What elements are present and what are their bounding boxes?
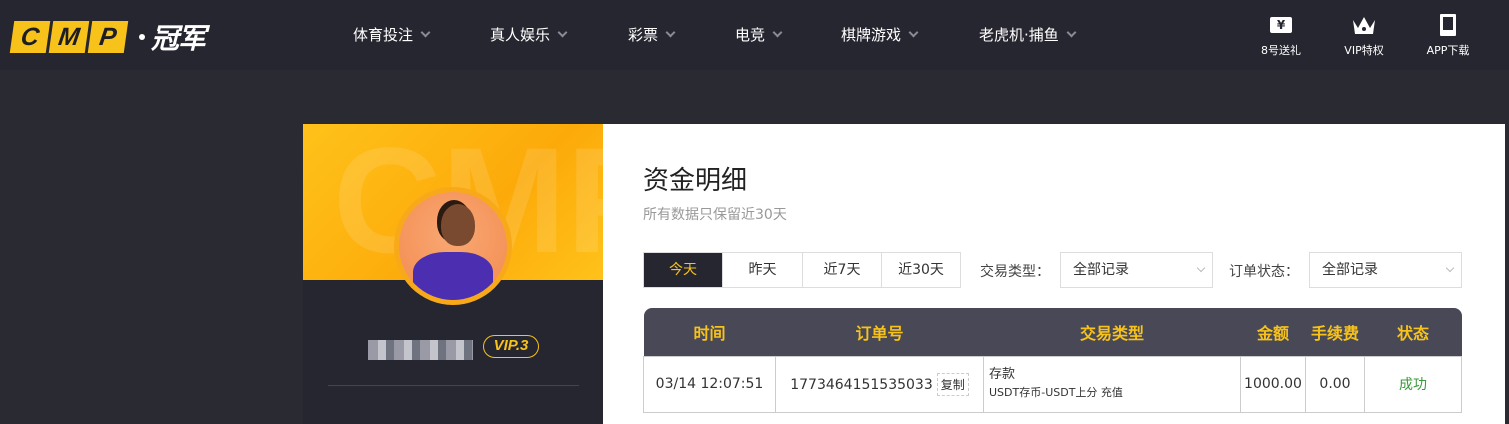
tablet-icon	[1403, 14, 1493, 36]
column-header: 手续费	[1305, 308, 1365, 356]
column-header: 订单号	[775, 308, 984, 356]
tab-yesterday[interactable]: 昨天	[722, 253, 802, 287]
app-download-link[interactable]: APP下载	[1403, 14, 1493, 58]
nav-lottery[interactable]: 彩票	[628, 24, 676, 45]
tab-30-days[interactable]: 近30天	[881, 253, 960, 287]
type-detail: USDT存币-USDT上分 充值	[989, 386, 1123, 399]
vip-badge[interactable]: VIP.3	[483, 335, 539, 358]
nav-label: 体育投注	[353, 26, 414, 44]
nav-label: 真人娱乐	[490, 26, 551, 44]
column-header: 状态	[1364, 308, 1462, 356]
logo-letter: P	[87, 21, 129, 53]
date-tabs: 今天 昨天 近7天 近30天	[643, 252, 961, 288]
avatar[interactable]	[394, 187, 512, 305]
page-title: 资金明细	[643, 166, 748, 196]
transaction-type-select[interactable]: 全部记录	[1060, 252, 1213, 288]
type-main: 存款	[989, 367, 1016, 382]
nav-label: 电竞	[735, 26, 766, 44]
logo-dot	[139, 34, 145, 40]
cmp-logo[interactable]: C M P 冠军	[9, 17, 206, 57]
select-value: 全部记录	[1322, 262, 1378, 278]
tab-7-days[interactable]: 近7天	[802, 253, 881, 287]
nav-label: 老虎机·捕鱼	[979, 26, 1059, 44]
quick-label: 8号送礼	[1261, 44, 1301, 57]
ticket-yen-icon: ¥	[1236, 14, 1326, 36]
nav-slots-fishing[interactable]: 老虎机·捕鱼	[979, 24, 1077, 45]
top-header: C M P 冠军 体育投注 真人娱乐 彩票 电竞 棋牌游戏 老虎机·捕鱼 ¥ 8…	[0, 0, 1509, 70]
nav-label: 棋牌游戏	[841, 26, 902, 44]
quick-label: APP下载	[1426, 44, 1470, 57]
nav-esports[interactable]: 电竞	[735, 24, 783, 45]
nav-live-casino[interactable]: 真人娱乐	[490, 24, 568, 45]
chevron-down-icon	[772, 27, 783, 38]
column-header: 金额	[1240, 308, 1306, 356]
nav-label: 彩票	[628, 26, 659, 44]
profile-panel: CMP VIP.3	[303, 124, 603, 424]
order-number: 1773464151535033	[790, 376, 933, 393]
status-badge: 成功	[1364, 355, 1462, 413]
tab-today[interactable]: 今天	[644, 253, 722, 287]
logo-letter: C	[9, 21, 51, 53]
chevron-down-icon	[665, 27, 676, 38]
cell-amount: 1000.00	[1240, 355, 1306, 413]
cell-type: 存款 USDT存币-USDT上分 充值	[983, 355, 1241, 413]
username-blurred	[368, 340, 473, 360]
transactions-table: 时间 订单号 交易类型 金额 手续费 状态 03/14 12:07:51 177…	[643, 308, 1462, 413]
copy-button[interactable]: 复制	[936, 372, 969, 396]
divider	[328, 385, 579, 386]
column-header: 时间	[643, 308, 776, 356]
nav-card-games[interactable]: 棋牌游戏	[841, 24, 919, 45]
chevron-down-icon	[557, 27, 568, 38]
page-subtitle: 所有数据只保留近30天	[643, 207, 787, 223]
chevron-down-icon	[1066, 27, 1077, 38]
order-status-select[interactable]: 全部记录	[1309, 252, 1462, 288]
chevron-down-icon	[908, 27, 919, 38]
select-value: 全部记录	[1073, 262, 1129, 278]
account-card: CMP VIP.3 资金明细 所有数据只保留近30天 今天 昨天 近7天 近30…	[303, 124, 1505, 424]
cell-fee: 0.00	[1305, 355, 1365, 413]
chevron-down-icon	[1196, 263, 1206, 273]
nav-sports[interactable]: 体育投注	[353, 24, 431, 45]
logo-text: 冠军	[151, 22, 206, 55]
order-status-label: 订单状态：	[1229, 264, 1299, 280]
transaction-type-label: 交易类型：	[980, 264, 1050, 280]
column-header: 交易类型	[983, 308, 1241, 356]
chevron-down-icon	[1445, 263, 1455, 273]
logo-letter: M	[48, 21, 90, 53]
cell-order: 1773464151535033 复制	[775, 355, 984, 413]
cell-time: 03/14 12:07:51	[643, 355, 776, 413]
crown-icon	[1319, 14, 1409, 36]
chevron-down-icon	[420, 27, 431, 38]
gift-link[interactable]: ¥ 8号送礼	[1236, 14, 1326, 58]
table-row: 03/14 12:07:51 1773464151535033 复制 存款 USDT…	[643, 355, 1462, 413]
quick-label: VIP特权	[1344, 44, 1384, 57]
vip-link[interactable]: VIP特权	[1319, 14, 1409, 58]
